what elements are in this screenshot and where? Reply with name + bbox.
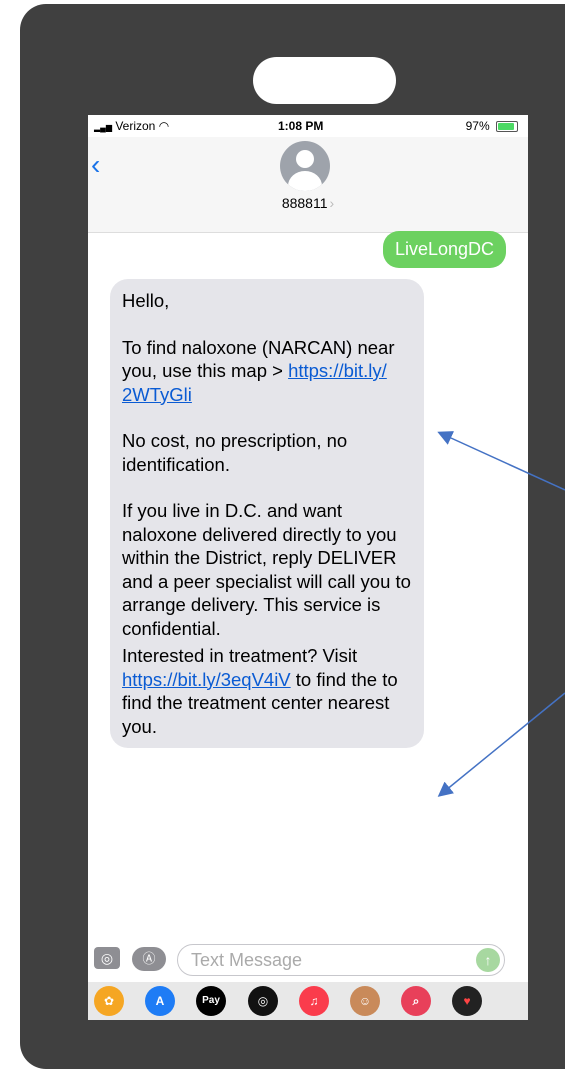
annotation-arrow-map-link (437, 431, 565, 491)
annotation-arrows (437, 431, 565, 797)
annotation-arrow-treatment-link (437, 692, 565, 797)
